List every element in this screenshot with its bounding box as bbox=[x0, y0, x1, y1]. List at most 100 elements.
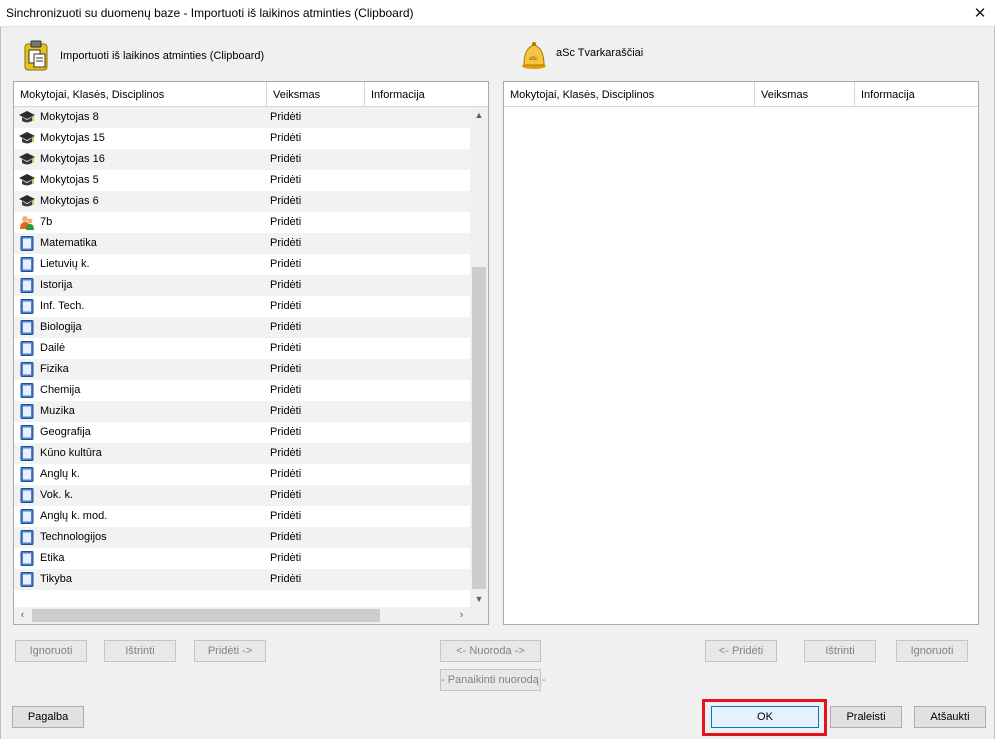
row-name: Tikyba bbox=[40, 573, 72, 585]
scroll-down-icon[interactable]: ▼ bbox=[470, 591, 488, 607]
row-action: Pridėti bbox=[270, 552, 302, 564]
row-name: Chemija bbox=[40, 384, 81, 396]
row-name: Mokytojas 8 bbox=[40, 111, 99, 123]
ok-button-highlight bbox=[702, 699, 827, 736]
column-header-info[interactable]: Informacija bbox=[855, 82, 978, 106]
row-action: Pridėti bbox=[270, 279, 302, 291]
scroll-left-icon[interactable]: ‹ bbox=[14, 607, 31, 624]
horizontal-scrollbar[interactable]: ‹ › bbox=[14, 607, 470, 624]
table-row[interactable]: Istorija Pridėti bbox=[14, 275, 470, 296]
close-icon[interactable]: ✕ bbox=[965, 0, 995, 27]
window-border-left bbox=[0, 27, 1, 739]
source-list[interactable]: Mokytojai, Klasės, Disciplinos Veiksmas … bbox=[13, 81, 489, 625]
row-name: Mokytojas 5 bbox=[40, 174, 99, 186]
column-header-items[interactable]: Mokytojai, Klasės, Disciplinos bbox=[14, 82, 267, 106]
row-action: Pridėti bbox=[270, 300, 302, 312]
row-action: Pridėti bbox=[270, 405, 302, 417]
window-title: Sinchronizuoti su duomenų baze - Importu… bbox=[6, 6, 414, 20]
horizontal-scroll-thumb[interactable] bbox=[32, 609, 380, 622]
row-action: Pridėti bbox=[270, 426, 302, 438]
table-row[interactable]: Etika Pridėti bbox=[14, 548, 470, 569]
svg-text:aSc: aSc bbox=[529, 56, 538, 62]
column-header-items[interactable]: Mokytojai, Klasės, Disciplinos bbox=[504, 82, 755, 106]
row-name: Inf. Tech. bbox=[40, 300, 85, 312]
link-button[interactable]: <- Nuoroda -> bbox=[440, 640, 541, 662]
vertical-scrollbar[interactable]: ▲ ▼ bbox=[470, 107, 488, 607]
row-action: Pridėti bbox=[270, 468, 302, 480]
row-action: Pridėti bbox=[270, 573, 302, 585]
table-row[interactable]: Tikyba Pridėti bbox=[14, 569, 470, 590]
source-list-header: Mokytojai, Klasės, Disciplinos Veiksmas … bbox=[14, 82, 488, 107]
row-name: Mokytojas 15 bbox=[40, 132, 105, 144]
table-row[interactable]: Dailė Pridėti bbox=[14, 338, 470, 359]
row-name: Fizika bbox=[40, 363, 69, 375]
table-row[interactable]: Lietuvių k. Pridėti bbox=[14, 254, 470, 275]
row-action: Pridėti bbox=[270, 489, 302, 501]
table-row[interactable]: Mokytojas 6 Pridėti bbox=[14, 191, 470, 212]
row-name: Muzika bbox=[40, 405, 75, 417]
row-action: Pridėti bbox=[270, 447, 302, 459]
row-action: Pridėti bbox=[270, 531, 302, 543]
row-name: Mokytojas 16 bbox=[40, 153, 105, 165]
ignore-left-button[interactable]: Ignoruoti bbox=[15, 640, 87, 662]
add-to-source-button[interactable]: <- Pridėti bbox=[705, 640, 777, 662]
table-row[interactable]: Matematika Pridėti bbox=[14, 233, 470, 254]
row-action: Pridėti bbox=[270, 384, 302, 396]
cancel-button[interactable]: Atšaukti bbox=[914, 706, 986, 728]
row-action: Pridėti bbox=[270, 258, 302, 270]
column-header-action[interactable]: Veiksmas bbox=[755, 82, 855, 106]
table-row[interactable]: Muzika Pridėti bbox=[14, 401, 470, 422]
scroll-right-icon[interactable]: › bbox=[453, 607, 470, 624]
row-action: Pridėti bbox=[270, 195, 302, 207]
table-row[interactable]: Technologijos Pridėti bbox=[14, 527, 470, 548]
row-name: Etika bbox=[40, 552, 65, 564]
column-header-info[interactable]: Informacija bbox=[365, 82, 470, 106]
row-name: Istorija bbox=[40, 279, 73, 291]
add-to-destination-button[interactable]: Pridėti -> bbox=[194, 640, 266, 662]
table-row[interactable]: Mokytojas 5 Pridėti bbox=[14, 170, 470, 191]
table-row[interactable]: Geografija Pridėti bbox=[14, 422, 470, 443]
row-name: Anglų k. mod. bbox=[40, 510, 108, 522]
row-action: Pridėti bbox=[270, 321, 302, 333]
table-row[interactable]: Anglų k. mod. Pridėti bbox=[14, 506, 470, 527]
row-name: Biologija bbox=[40, 321, 82, 333]
row-name: Geografija bbox=[40, 426, 91, 438]
row-name: Technologijos bbox=[40, 531, 107, 543]
unlink-button[interactable]: - Panaikinti nuorodą - bbox=[440, 669, 546, 691]
table-row[interactable]: Anglų k. Pridėti bbox=[14, 464, 470, 485]
row-action: Pridėti bbox=[270, 153, 302, 165]
row-name: Mokytojas 6 bbox=[40, 195, 99, 207]
table-row[interactable]: Biologija Pridėti bbox=[14, 317, 470, 338]
scroll-up-icon[interactable]: ▲ bbox=[470, 107, 488, 123]
help-button[interactable]: Pagalba bbox=[12, 706, 84, 728]
title-bar: Sinchronizuoti su duomenų baze - Importu… bbox=[0, 0, 995, 27]
source-label: Importuoti iš laikinos atminties (Clipbo… bbox=[60, 50, 265, 62]
delete-left-button[interactable]: Ištrinti bbox=[104, 640, 176, 662]
source-rows: Mokytojas 8 Pridėti Mokytojas 15 Pridėti Mok… bbox=[14, 107, 470, 590]
skip-button[interactable]: Praleisti bbox=[830, 706, 902, 728]
table-row[interactable]: Mokytojas 16 Pridėti bbox=[14, 149, 470, 170]
row-name: Kūno kultūra bbox=[40, 447, 102, 459]
destination-list[interactable]: Mokytojai, Klasės, Disciplinos Veiksmas … bbox=[503, 81, 979, 625]
table-row[interactable]: Fizika Pridėti bbox=[14, 359, 470, 380]
row-action: Pridėti bbox=[270, 342, 302, 354]
table-row[interactable]: 7b Pridėti bbox=[14, 212, 470, 233]
row-action: Pridėti bbox=[270, 174, 302, 186]
table-row[interactable]: Inf. Tech. Pridėti bbox=[14, 296, 470, 317]
table-row[interactable]: Mokytojas 15 Pridėti bbox=[14, 128, 470, 149]
row-action: Pridėti bbox=[270, 111, 302, 123]
row-action: Pridėti bbox=[270, 237, 302, 249]
vertical-scroll-thumb[interactable] bbox=[472, 267, 486, 589]
table-row[interactable]: Mokytojas 8 Pridėti bbox=[14, 107, 470, 128]
table-row[interactable]: Chemija Pridėti bbox=[14, 380, 470, 401]
row-action: Pridėti bbox=[270, 216, 302, 228]
ignore-right-button[interactable]: Ignoruoti bbox=[896, 640, 968, 662]
bell-icon: aSc bbox=[522, 42, 546, 69]
table-row[interactable]: Kūno kultūra Pridėti bbox=[14, 443, 470, 464]
delete-right-button[interactable]: Ištrinti bbox=[804, 640, 876, 662]
scroll-corner bbox=[470, 607, 488, 624]
row-name: Anglų k. bbox=[40, 468, 80, 480]
row-action: Pridėti bbox=[270, 363, 302, 375]
column-header-action[interactable]: Veiksmas bbox=[267, 82, 365, 106]
table-row[interactable]: Vok. k. Pridėti bbox=[14, 485, 470, 506]
